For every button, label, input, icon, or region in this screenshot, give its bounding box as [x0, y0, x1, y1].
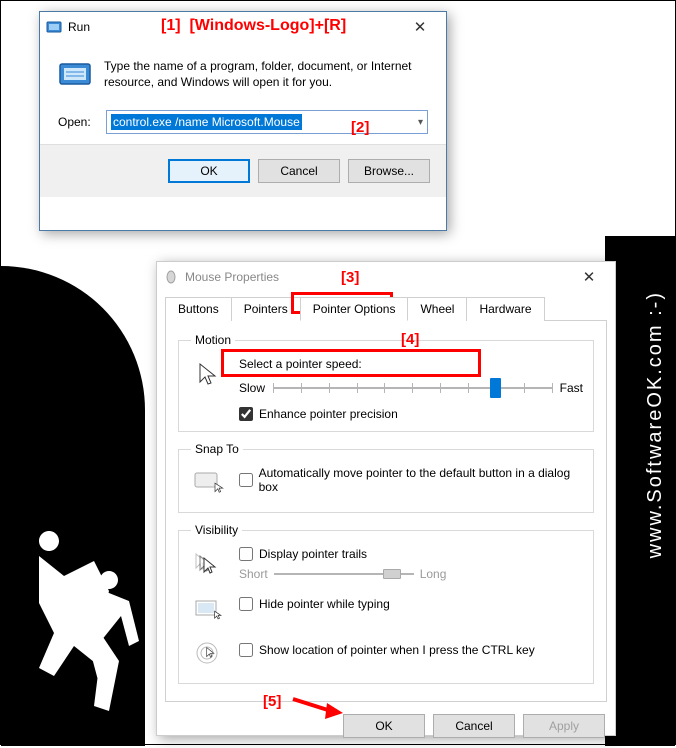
run-big-icon [58, 58, 92, 92]
tab-hardware[interactable]: Hardware [466, 297, 544, 321]
snapto-legend: Snap To [191, 442, 243, 456]
open-input[interactable]: control.exe /name Microsoft.Mouse ▾ [106, 110, 428, 134]
hide-while-typing-checkbox[interactable]: Hide pointer while typing [239, 597, 583, 611]
mouse-icon [163, 269, 179, 285]
visibility-legend: Visibility [191, 523, 242, 537]
pointer-speed-label: Select a pointer speed: [239, 357, 583, 371]
long-label: Long [420, 567, 447, 581]
ok-button[interactable]: OK [343, 714, 425, 738]
decorative-figure [19, 521, 149, 721]
trails-icon [191, 547, 227, 583]
ok-button[interactable]: OK [168, 159, 250, 183]
close-icon[interactable]: ✕ [400, 15, 440, 39]
ctrl-locate-icon [191, 637, 227, 673]
visibility-group: Visibility Display pointer trails Short [178, 523, 594, 684]
cancel-button[interactable]: Cancel [433, 714, 515, 738]
snapto-group: Snap To Automatically move pointer to th… [178, 442, 594, 513]
apply-button[interactable]: Apply [523, 714, 605, 738]
pointer-trails-checkbox[interactable]: Display pointer trails [239, 547, 583, 561]
cancel-button[interactable]: Cancel [258, 159, 340, 183]
tab-buttons[interactable]: Buttons [165, 297, 232, 321]
pointer-speed-slider[interactable] [273, 377, 552, 399]
run-dialog: Run ✕ Type the name of a program, folder… [39, 11, 447, 231]
annotation-arrow-icon [291, 691, 351, 721]
watermark-text: www.SoftwareOK.com :-) [644, 291, 667, 558]
hide-typing-icon [191, 593, 227, 629]
snapto-icon [191, 466, 227, 502]
motion-legend: Motion [191, 333, 235, 347]
close-icon[interactable]: ✕ [569, 265, 609, 289]
trails-length-slider [274, 563, 414, 585]
mouse-title: Mouse Properties [185, 270, 569, 284]
slow-label: Slow [239, 381, 265, 395]
auto-move-checkbox[interactable]: Automatically move pointer to the defaul… [239, 466, 583, 494]
chevron-down-icon[interactable]: ▾ [418, 117, 423, 128]
fast-label: Fast [560, 381, 583, 395]
mouse-properties-dialog: Mouse Properties ✕ Buttons Pointers Poin… [156, 261, 616, 736]
tab-pointer-options[interactable]: Pointer Options [300, 297, 409, 321]
run-description: Type the name of a program, folder, docu… [104, 58, 428, 92]
ctrl-locate-checkbox[interactable]: Show location of pointer when I press th… [239, 643, 583, 657]
motion-group: Motion Select a pointer speed: Slow Fas [178, 333, 594, 432]
tab-wheel[interactable]: Wheel [407, 297, 467, 321]
browse-button[interactable]: Browse... [348, 159, 430, 183]
tabs: Buttons Pointers Pointer Options Wheel H… [157, 292, 615, 320]
open-label: Open: [58, 115, 96, 129]
tab-pointers[interactable]: Pointers [231, 297, 301, 321]
enhance-precision-checkbox[interactable]: Enhance pointer precision [239, 407, 583, 421]
run-icon [46, 19, 62, 35]
short-label: Short [239, 567, 268, 581]
run-title: Run [68, 20, 400, 34]
cursor-icon [191, 357, 227, 393]
open-value: control.exe /name Microsoft.Mouse [111, 114, 302, 130]
